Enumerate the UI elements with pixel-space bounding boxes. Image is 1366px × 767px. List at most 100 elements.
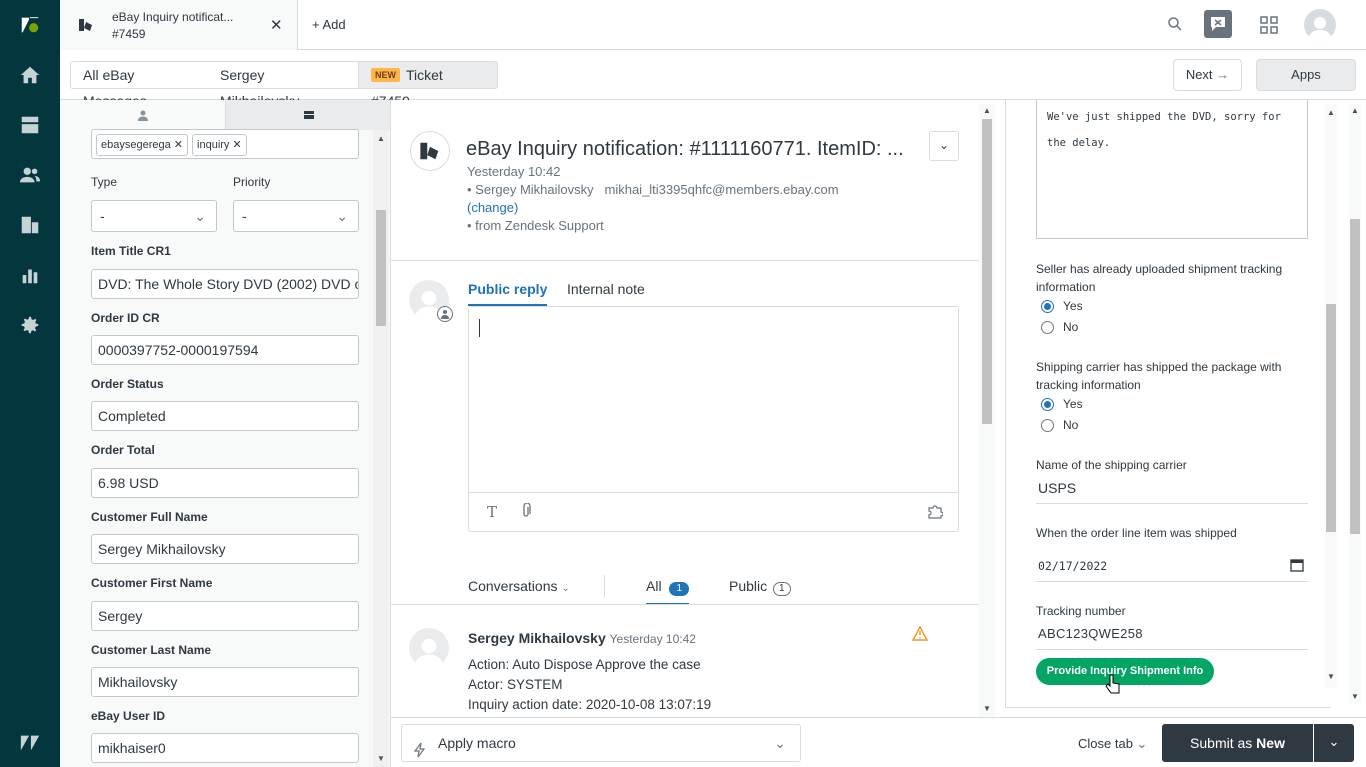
conversations-label: Conversations xyxy=(468,578,558,594)
requester-name[interactable]: • Sergey Mikhailovsky xyxy=(467,182,594,197)
radio-selected[interactable] xyxy=(1041,299,1054,313)
app-scrollbar[interactable]: ▲ ▼ xyxy=(1325,104,1337,688)
change-requester-link[interactable]: (change) xyxy=(467,200,518,215)
tags-field[interactable]: ebaysegerega ✕ inquiry ✕ xyxy=(91,129,359,159)
organizations-icon[interactable] xyxy=(18,213,42,237)
status-badge: NEW xyxy=(371,68,400,82)
scrollbar-thumb[interactable] xyxy=(982,119,992,424)
ebay-user-field[interactable]: mikhaiser0 xyxy=(91,733,359,763)
ticket-tab[interactable]: eBay Inquiry notificat... #7459 ✕ xyxy=(60,0,298,50)
tracking-uploaded-no[interactable]: No xyxy=(1041,320,1078,334)
order-total-field[interactable]: 6.98 USD xyxy=(91,468,359,498)
provide-shipment-info-button[interactable]: Provide Inquiry Shipment Info xyxy=(1036,658,1214,685)
scroll-down-icon[interactable]: ▼ xyxy=(377,754,385,763)
carrier-label: Name of the shipping carrier xyxy=(1036,458,1187,472)
user-icon xyxy=(137,110,148,121)
zendesk-logo-icon[interactable] xyxy=(18,13,42,37)
conversations-icon[interactable] xyxy=(1204,10,1232,38)
scrollbar-thumb[interactable] xyxy=(1350,219,1360,534)
reply-editor[interactable]: T xyxy=(468,306,959,532)
breadcrumb-all-ebay-messages[interactable]: All eBay Messages xyxy=(70,61,209,109)
tab-internal-note[interactable]: Internal note xyxy=(567,281,645,297)
add-tab-button[interactable]: + Add xyxy=(312,17,346,32)
apps-outer-scrollbar[interactable]: ▲ ▼ xyxy=(1349,104,1361,704)
order-id-field[interactable]: 0000397752-0000197594 xyxy=(91,335,359,365)
carrier-shipped-yes[interactable]: Yes xyxy=(1041,397,1083,411)
submit-options-chevron-icon[interactable]: ⌄ xyxy=(1314,724,1354,762)
scrollbar-thumb[interactable] xyxy=(376,210,386,326)
type-select[interactable]: - ⌄ xyxy=(91,200,217,232)
scroll-up-icon[interactable]: ▲ xyxy=(377,134,385,143)
first-name-field[interactable]: Sergey xyxy=(91,601,359,631)
order-status-field[interactable]: Completed xyxy=(91,401,359,431)
apply-macro-select[interactable]: Apply macro ⌄ xyxy=(401,724,801,762)
full-name-field[interactable]: Sergey Mikhailovsky xyxy=(91,534,359,564)
user-avatar[interactable] xyxy=(1304,9,1336,41)
full-name-label: Customer Full Name xyxy=(91,510,208,524)
product-tray-icon[interactable] xyxy=(1260,16,1278,37)
order-status-label: Order Status xyxy=(91,377,164,391)
submit-button[interactable]: Submit as New xyxy=(1162,724,1313,762)
tab-public-reply[interactable]: Public reply xyxy=(468,281,548,306)
left-panel-scrollbar[interactable]: ▲ ▼ xyxy=(373,130,389,767)
add-tab-label: Add xyxy=(322,17,346,32)
scrollbar-thumb[interactable] xyxy=(1326,304,1336,532)
carrier-field[interactable]: USPS xyxy=(1036,480,1308,504)
conversation-scrollbar[interactable]: ▲ ▼ xyxy=(979,104,995,717)
next-button[interactable]: Next → xyxy=(1173,59,1242,91)
carrier-shipped-no[interactable]: No xyxy=(1041,418,1078,432)
tab-all[interactable]: All 1 xyxy=(646,578,690,605)
tag-item[interactable]: ebaysegerega ✕ xyxy=(96,134,189,156)
tab-user[interactable] xyxy=(60,100,225,130)
remove-tag-icon[interactable]: ✕ xyxy=(174,139,183,151)
message-textarea[interactable]: We've just shipped the DVD, sorry for th… xyxy=(1036,100,1308,239)
event-line: Inquiry action date: 2020-10-08 13:07:19 xyxy=(468,697,712,712)
scroll-down-icon[interactable]: ▼ xyxy=(1327,672,1335,681)
tag-item[interactable]: inquiry ✕ xyxy=(192,134,247,156)
event-author-name[interactable]: Sergey Mikhailovsky xyxy=(468,630,606,646)
shipped-date-field[interactable]: 02/17/2022 xyxy=(1036,558,1308,582)
breadcrumb-requester[interactable]: Sergey Mikhailovsky xyxy=(208,61,359,109)
text-format-icon[interactable]: T xyxy=(487,503,497,521)
scroll-up-icon[interactable]: ▲ xyxy=(1327,108,1335,117)
remove-tag-icon[interactable]: ✕ xyxy=(232,139,241,151)
radio-selected[interactable] xyxy=(1041,397,1054,411)
admin-gear-icon[interactable] xyxy=(18,313,42,337)
views-icon[interactable] xyxy=(18,113,42,137)
priority-select[interactable]: - ⌄ xyxy=(233,200,359,232)
conversations-filter[interactable]: Conversations ⌄ xyxy=(468,578,570,594)
tab-ticket[interactable] xyxy=(225,100,390,130)
tracking-number-field[interactable]: ABC123QWE258 xyxy=(1036,626,1308,650)
reporting-icon[interactable] xyxy=(18,263,42,287)
tracking-uploaded-yes[interactable]: Yes xyxy=(1041,299,1083,313)
requester-email[interactable]: mikhai_lti3395qhfc@members.ebay.com xyxy=(605,182,839,197)
ebay-app-icon xyxy=(78,17,94,36)
public-count-badge: 1 xyxy=(773,582,791,596)
ticket-options-chevron-icon[interactable]: ⌄ xyxy=(929,131,959,161)
scroll-up-icon[interactable]: ▲ xyxy=(983,106,991,115)
scroll-up-icon[interactable]: ▲ xyxy=(1351,106,1359,115)
tab-public[interactable]: Public 1 xyxy=(729,578,791,596)
scroll-down-icon[interactable]: ▼ xyxy=(1351,692,1359,701)
search-icon[interactable] xyxy=(1167,16,1183,35)
close-tab-menu[interactable]: Close tab ⌄ xyxy=(1078,736,1147,752)
home-icon[interactable] xyxy=(18,63,42,87)
last-name-field[interactable]: Mikhailovsky xyxy=(91,667,359,697)
warning-icon xyxy=(911,625,929,644)
radio-unselected[interactable] xyxy=(1041,320,1054,334)
apps-button[interactable]: Apps xyxy=(1256,59,1356,91)
item-title-field[interactable]: DVD: The Whole Story DVD (2002) DVD cert xyxy=(91,269,359,299)
all-count-badge: 1 xyxy=(669,582,690,596)
last-name-label: Customer Last Name xyxy=(91,643,212,657)
attachment-icon[interactable] xyxy=(519,502,533,522)
radio-unselected[interactable] xyxy=(1041,418,1054,432)
scroll-down-icon[interactable]: ▼ xyxy=(983,704,991,713)
macro-puzzle-icon[interactable] xyxy=(927,503,944,522)
text-cursor xyxy=(479,319,480,337)
close-tab-icon[interactable]: ✕ xyxy=(270,16,283,34)
calendar-icon[interactable] xyxy=(1290,558,1304,576)
breadcrumb-ticket[interactable]: NEWTicket #7459 xyxy=(358,61,498,109)
zendesk-product-icon[interactable] xyxy=(18,731,42,755)
properties-tabs xyxy=(60,100,390,130)
customers-icon[interactable] xyxy=(18,163,42,187)
